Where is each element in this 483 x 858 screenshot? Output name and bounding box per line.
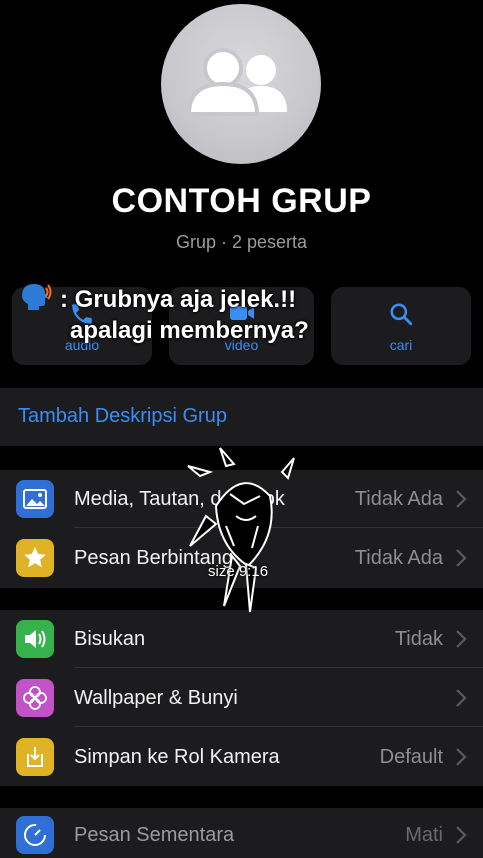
chevron-right-icon xyxy=(456,826,467,844)
chevron-right-icon xyxy=(456,549,467,567)
search-button[interactable]: cari xyxy=(331,287,471,365)
chevron-right-icon xyxy=(456,630,467,648)
search-label: cari xyxy=(389,337,413,353)
save-camera-roll-label: Simpan ke Rol Kamera xyxy=(74,746,280,768)
timer-icon xyxy=(16,816,54,854)
overlay-line-1: : Grubnya aja jelek.!! xyxy=(60,286,297,313)
save-camera-roll-value: Default xyxy=(379,746,443,768)
mute-row[interactable]: Bisukan Tidak xyxy=(0,610,483,668)
photo-icon xyxy=(16,480,54,518)
chevron-right-icon xyxy=(456,490,467,508)
overlay-line-2: apalagi membernya? xyxy=(70,317,309,344)
group-name[interactable]: CONTOH GRUP xyxy=(0,182,483,221)
group-subtitle: Grup · 2 peserta xyxy=(175,232,308,252)
save-to-camera-roll-row[interactable]: Simpan ke Rol Kamera Default xyxy=(0,728,483,786)
wallpaper-label: Wallpaper & Bunyi xyxy=(74,687,238,709)
disappearing-section: Pesan Sementara Mati xyxy=(0,808,483,858)
search-icon xyxy=(390,303,413,326)
watermark-caption: size 9:16 xyxy=(208,563,269,580)
row-divider xyxy=(74,726,483,727)
group-people-icon xyxy=(186,48,287,116)
starred-value: Tidak Ada xyxy=(354,547,443,569)
disappearing-messages-row[interactable]: Pesan Sementara Mati xyxy=(0,806,483,858)
disappearing-label: Pesan Sementara xyxy=(74,824,235,846)
mute-value: Tidak xyxy=(394,628,443,650)
media-value: Tidak Ada xyxy=(354,488,443,510)
wallpaper-sound-row[interactable]: Wallpaper & Bunyi xyxy=(0,669,483,727)
speaking-head-icon xyxy=(18,282,52,317)
download-icon xyxy=(16,738,54,776)
overlay-caption: : Grubnya aja jelek.!! apalagi membernya… xyxy=(18,282,309,345)
row-divider xyxy=(74,667,483,668)
group-info-screen: CONTOH GRUP Grup · 2 peserta audio video… xyxy=(0,0,483,858)
speaker-icon xyxy=(16,620,54,658)
star-icon xyxy=(16,539,54,577)
chevron-right-icon xyxy=(456,689,467,707)
group-avatar[interactable] xyxy=(161,4,321,164)
chevron-right-icon xyxy=(456,748,467,766)
mute-label: Bisukan xyxy=(74,628,146,650)
disappearing-value: Mati xyxy=(405,824,443,846)
add-description-link[interactable]: Tambah Deskripsi Grup xyxy=(18,405,227,428)
description-section[interactable]: Tambah Deskripsi Grup xyxy=(0,388,483,446)
flower-icon xyxy=(16,679,54,717)
watermark-logo xyxy=(187,447,295,613)
settings-section: Bisukan Tidak Wallpaper & Bunyi Simpan k… xyxy=(0,610,483,786)
